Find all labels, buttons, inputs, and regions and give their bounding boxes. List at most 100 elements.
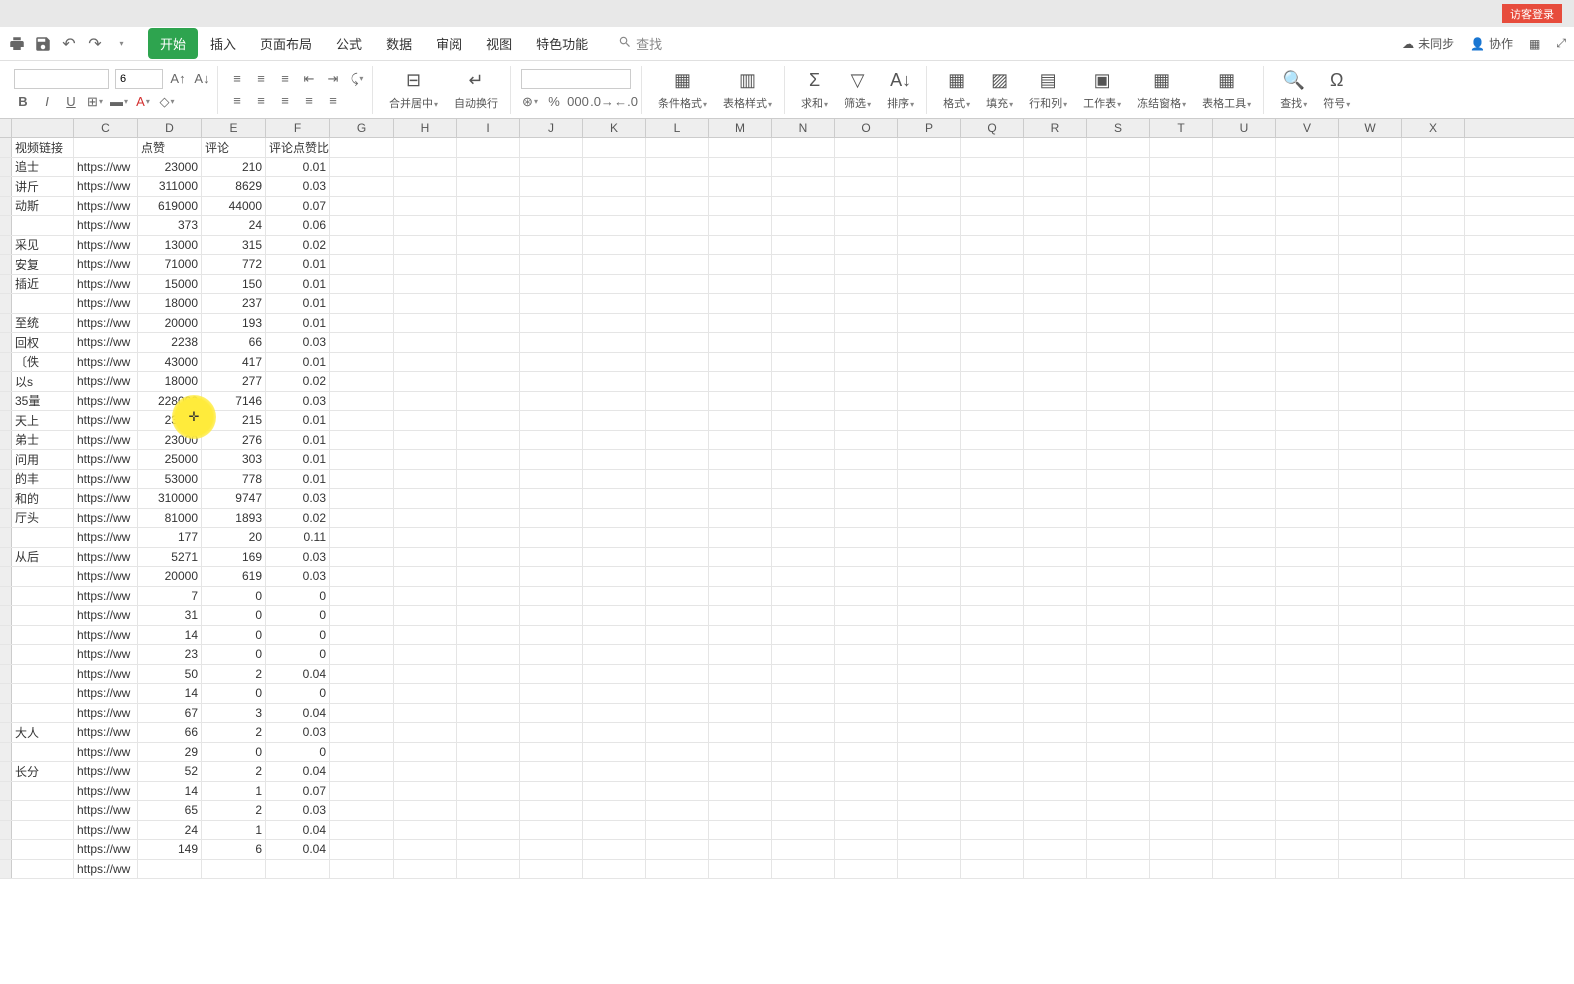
cell[interactable] xyxy=(1402,236,1465,255)
cell[interactable] xyxy=(520,216,583,235)
cell[interactable] xyxy=(1276,255,1339,274)
cell[interactable]: 50 xyxy=(138,665,202,684)
bold-button[interactable]: B xyxy=(14,93,32,111)
cell[interactable] xyxy=(1024,587,1087,606)
cell[interactable] xyxy=(1276,723,1339,742)
row-header[interactable] xyxy=(0,704,12,723)
cell[interactable]: 35量 xyxy=(12,392,74,411)
column-header[interactable]: H xyxy=(394,119,457,137)
cell[interactable] xyxy=(520,353,583,372)
cell[interactable] xyxy=(1087,821,1150,840)
cell[interactable] xyxy=(583,704,646,723)
column-header[interactable]: N xyxy=(772,119,835,137)
cell[interactable] xyxy=(646,704,709,723)
cell[interactable]: 2 xyxy=(202,665,266,684)
cell[interactable] xyxy=(457,392,520,411)
cell[interactable] xyxy=(835,665,898,684)
cell[interactable] xyxy=(1339,470,1402,489)
cell[interactable] xyxy=(772,158,835,177)
cell[interactable] xyxy=(772,606,835,625)
cell[interactable] xyxy=(898,470,961,489)
cell[interactable] xyxy=(835,548,898,567)
cell[interactable] xyxy=(1276,665,1339,684)
cell[interactable]: https://ww xyxy=(74,801,138,820)
cell[interactable]: https://ww xyxy=(74,294,138,313)
cell[interactable] xyxy=(1024,762,1087,781)
cell[interactable] xyxy=(1024,567,1087,586)
cell[interactable] xyxy=(330,801,394,820)
cell[interactable] xyxy=(457,216,520,235)
cell[interactable] xyxy=(394,626,457,645)
cell[interactable] xyxy=(520,567,583,586)
cell[interactable]: 至统 xyxy=(12,314,74,333)
cell[interactable] xyxy=(1024,392,1087,411)
cell[interactable] xyxy=(1087,704,1150,723)
sync-status[interactable]: ☁ 未同步 xyxy=(1402,35,1454,52)
cell[interactable] xyxy=(646,489,709,508)
cell[interactable] xyxy=(772,275,835,294)
row-header[interactable] xyxy=(0,431,12,450)
cell[interactable] xyxy=(12,567,74,586)
cell[interactable] xyxy=(583,177,646,196)
cell[interactable]: 0.04 xyxy=(266,762,330,781)
cell[interactable] xyxy=(1276,626,1339,645)
cell[interactable] xyxy=(1024,528,1087,547)
cell[interactable] xyxy=(583,158,646,177)
cell[interactable] xyxy=(1276,704,1339,723)
row-header[interactable] xyxy=(0,470,12,489)
cell[interactable] xyxy=(1024,372,1087,391)
cell[interactable] xyxy=(1024,489,1087,508)
cell[interactable] xyxy=(1024,450,1087,469)
cell[interactable]: 天上 xyxy=(12,411,74,430)
app-icon[interactable]: ▦ xyxy=(1529,37,1540,51)
cell[interactable]: 24 xyxy=(202,216,266,235)
ribbon-tab-0[interactable]: 开始 xyxy=(148,28,198,59)
cell[interactable] xyxy=(835,704,898,723)
cell[interactable] xyxy=(709,197,772,216)
cell[interactable] xyxy=(709,294,772,313)
cell[interactable] xyxy=(1276,411,1339,430)
cell[interactable] xyxy=(898,509,961,528)
cell[interactable] xyxy=(1276,470,1339,489)
cell[interactable] xyxy=(898,860,961,879)
align-middle-icon[interactable]: ≡ xyxy=(252,70,270,88)
cell[interactable] xyxy=(772,645,835,664)
row-header[interactable] xyxy=(0,450,12,469)
cell[interactable] xyxy=(646,821,709,840)
cell[interactable] xyxy=(1150,860,1213,879)
cell[interactable] xyxy=(394,567,457,586)
cell[interactable] xyxy=(520,431,583,450)
cell[interactable] xyxy=(1276,801,1339,820)
cell[interactable] xyxy=(1276,821,1339,840)
cell[interactable] xyxy=(646,470,709,489)
cell[interactable] xyxy=(1213,236,1276,255)
cell[interactable] xyxy=(1339,411,1402,430)
worksheet-button[interactable]: ▣工作表 xyxy=(1077,69,1127,111)
cell[interactable]: 20 xyxy=(202,528,266,547)
cell[interactable] xyxy=(1339,275,1402,294)
cell[interactable]: https://ww xyxy=(74,606,138,625)
cell[interactable]: 24 xyxy=(138,821,202,840)
cell[interactable] xyxy=(772,821,835,840)
cell[interactable]: https://ww xyxy=(74,782,138,801)
cell[interactable] xyxy=(583,723,646,742)
cell[interactable] xyxy=(835,470,898,489)
column-header[interactable]: P xyxy=(898,119,961,137)
cell[interactable] xyxy=(898,665,961,684)
cell[interactable] xyxy=(583,606,646,625)
cell[interactable] xyxy=(835,606,898,625)
column-header[interactable]: W xyxy=(1339,119,1402,137)
cell[interactable] xyxy=(709,587,772,606)
cell[interactable] xyxy=(898,548,961,567)
cell[interactable] xyxy=(1213,684,1276,703)
cell[interactable] xyxy=(330,353,394,372)
cell[interactable] xyxy=(835,509,898,528)
cell[interactable] xyxy=(646,236,709,255)
cell[interactable] xyxy=(520,528,583,547)
cell[interactable] xyxy=(394,275,457,294)
cell[interactable] xyxy=(330,528,394,547)
cell[interactable] xyxy=(520,684,583,703)
cell[interactable] xyxy=(520,860,583,879)
cell[interactable] xyxy=(1339,587,1402,606)
cell[interactable] xyxy=(961,528,1024,547)
